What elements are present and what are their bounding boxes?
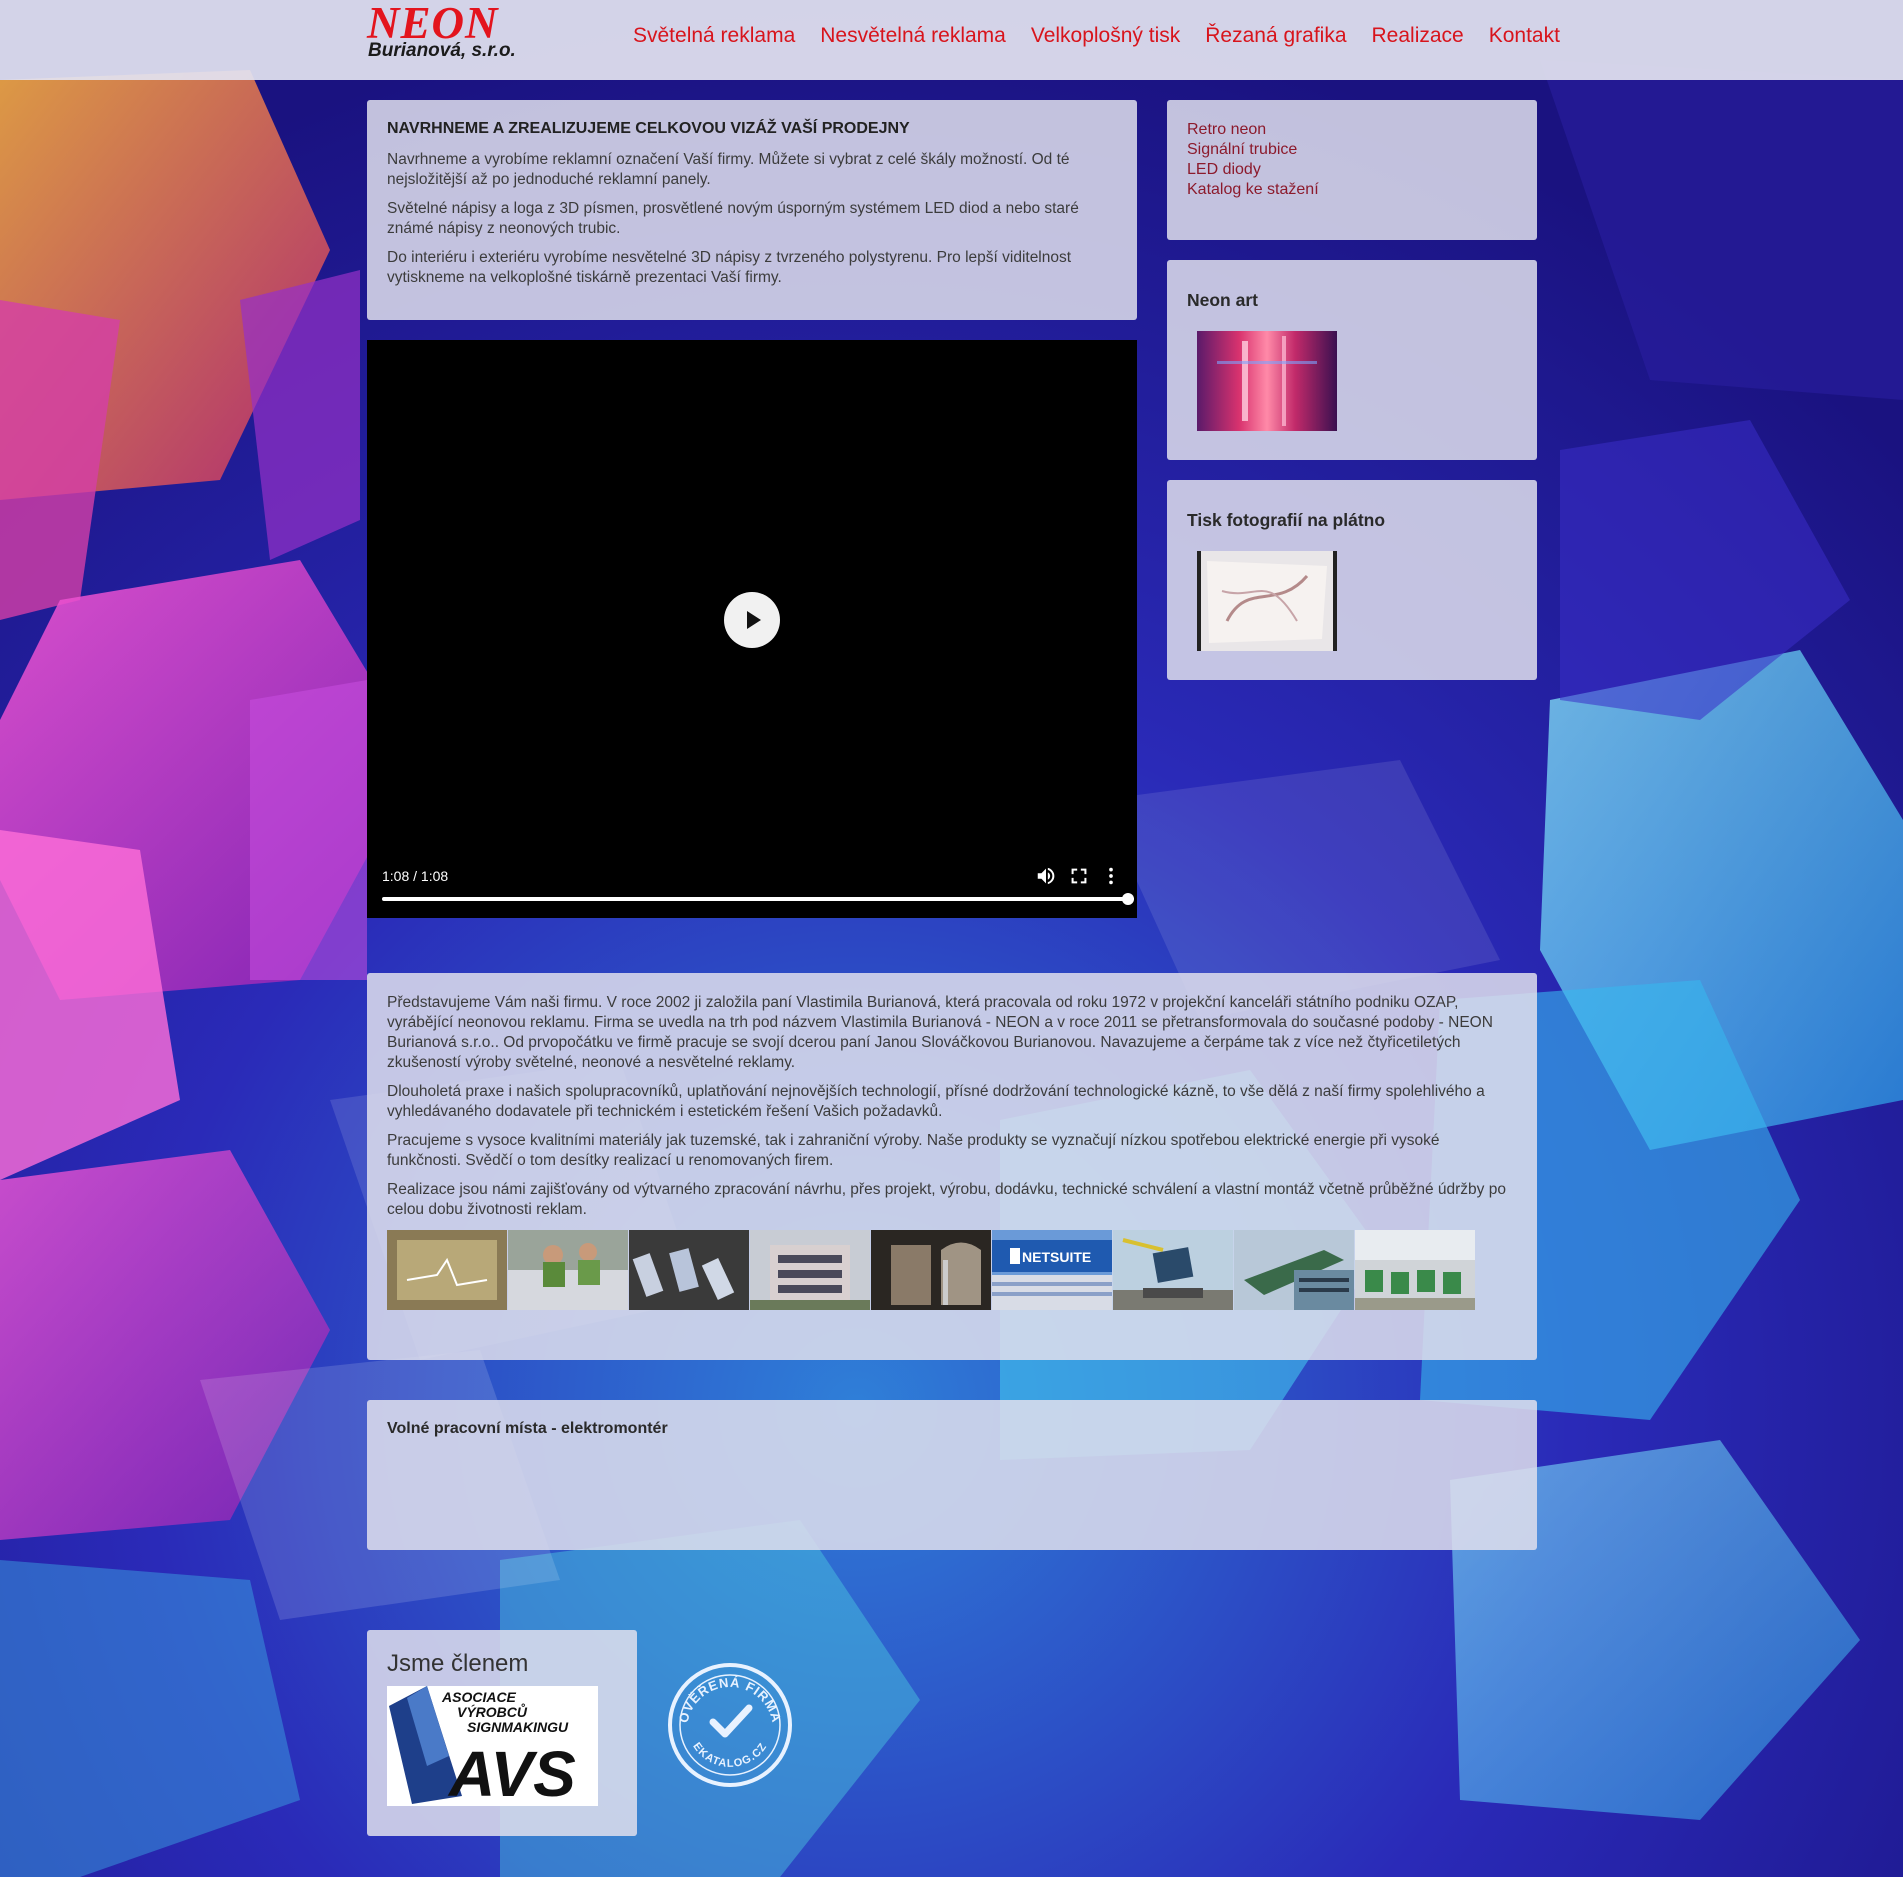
avs-line-3: SIGNMAKINGU [467, 1719, 569, 1735]
canvas-print-panel: Tisk fotografií na plátno [1167, 480, 1537, 680]
sidebar-link-katalog[interactable]: Katalog ke stažení [1187, 180, 1517, 200]
svg-text:EKATALOG.CZ: EKATALOG.CZ [690, 1741, 769, 1770]
membership-panel: Jsme členem ASOCIACE VÝROBCŮ SIGNMAKINGU… [367, 1630, 637, 1836]
site-header: NEON Burianová, s.r.o. Světelná reklama … [0, 0, 1903, 80]
fullscreen-icon[interactable] [1068, 865, 1090, 887]
canvas-print-thumbnail[interactable] [1197, 551, 1337, 651]
volume-icon[interactable] [1035, 865, 1057, 887]
about-paragraph: Dlouholetá praxe i našich spolupracovník… [387, 1083, 1485, 1120]
gallery-image[interactable] [1355, 1230, 1475, 1310]
logo-company-name: Burianová, s.r.o. [368, 40, 516, 61]
nav-nesvetelna-reklama[interactable]: Nesvětelná reklama [820, 24, 1006, 48]
about-company-panel: Představujeme Vám naši firmu. V roce 200… [367, 973, 1537, 1360]
gallery-image[interactable] [629, 1230, 749, 1310]
hand-checkmark-icon [709, 1704, 753, 1738]
stamp-bottom-text: EKATALOG.CZ [690, 1741, 768, 1770]
intro-paragraph: Navrhneme a vyrobíme reklamní označení V… [387, 151, 1070, 188]
job-openings-title: Volné pracovní místa - elektromontér [387, 1420, 668, 1437]
sidebar-link-led-diody[interactable]: LED diody [1187, 160, 1517, 180]
gallery-image[interactable] [1234, 1230, 1354, 1310]
logo-neon-text: NEON [367, 0, 499, 48]
sidebar-link-retro-neon[interactable]: Retro neon [1187, 120, 1517, 140]
verified-company-stamp[interactable]: OVĚŘENÁ FIRMA EKATALOG.CZ [665, 1660, 795, 1790]
nav-rezana-grafika[interactable]: Řezaná grafika [1205, 24, 1346, 48]
video-time: 1:08 / 1:08 [382, 868, 449, 884]
nav-realizace[interactable]: Realizace [1372, 24, 1464, 48]
gallery-image[interactable] [871, 1230, 991, 1310]
main-navigation: Světelná reklama Nesvětelná reklama Velk… [633, 24, 1560, 48]
gallery-image[interactable] [508, 1230, 628, 1310]
company-logo[interactable]: NEON Burianová, s.r.o. [367, 0, 537, 62]
about-paragraph: Představujeme Vám naši firmu. V roce 200… [387, 994, 1493, 1071]
intro-panel: NAVRHNEME A ZREALIZUJEME CELKOVOU VIZÁŽ … [367, 100, 1137, 320]
sidebar-links-panel: Retro neon Signální trubice LED diody Ka… [1167, 100, 1537, 240]
nav-svetelna-reklama[interactable]: Světelná reklama [633, 24, 795, 48]
more-options-icon[interactable] [1100, 865, 1122, 887]
avs-line-2: VÝROBCŮ [457, 1702, 528, 1720]
avs-logo-letters: AVS [447, 1738, 576, 1806]
avs-association-logo[interactable]: ASOCIACE VÝROBCŮ SIGNMAKINGU AVS [387, 1686, 598, 1806]
avs-line-1: ASOCIACE [441, 1689, 517, 1705]
video-progress-handle[interactable] [1122, 893, 1134, 905]
gallery-image[interactable]: NETSUITE [992, 1230, 1112, 1310]
intro-paragraph: Do interiéru i exteriéru vyrobíme nesvět… [387, 249, 1072, 286]
intro-paragraph: Světelné nápisy a loga z 3D písmen, pros… [387, 200, 1079, 237]
neon-art-thumbnail[interactable] [1197, 331, 1337, 431]
svg-text:OVĚŘENÁ FIRMA: OVĚŘENÁ FIRMA [676, 1675, 785, 1725]
sidebar-link-signalni-trubice[interactable]: Signální trubice [1187, 140, 1517, 160]
play-icon[interactable] [724, 592, 780, 648]
gallery-image[interactable] [750, 1230, 870, 1310]
nav-kontakt[interactable]: Kontakt [1489, 24, 1560, 48]
video-player[interactable]: 1:08 / 1:08 [367, 340, 1137, 918]
intro-title: NAVRHNEME A ZREALIZUJEME CELKOVOU VIZÁŽ … [387, 120, 910, 137]
nav-velkoplosny-tisk[interactable]: Velkoplošný tisk [1031, 24, 1180, 48]
gallery-image[interactable] [387, 1230, 507, 1310]
gallery-image[interactable] [1113, 1230, 1233, 1310]
membership-title: Jsme členem [387, 1650, 529, 1677]
about-paragraph: Pracujeme s vysoce kvalitními materiály … [387, 1132, 1440, 1169]
job-openings-panel: Volné pracovní místa - elektromontér [367, 1400, 1537, 1550]
neon-art-title: Neon art [1187, 290, 1258, 310]
canvas-print-title: Tisk fotografií na plátno [1187, 510, 1386, 530]
realization-gallery: NETSUITE [387, 1230, 1517, 1310]
neon-art-panel: Neon art [1167, 260, 1537, 460]
gallery-netsuite-sign: NETSUITE [1022, 1249, 1091, 1265]
video-progress-bar[interactable] [382, 897, 1134, 901]
stamp-top-text: OVĚŘENÁ FIRMA [676, 1675, 784, 1725]
about-paragraph: Realizace jsou námi zajišťovány od výtva… [387, 1181, 1506, 1218]
